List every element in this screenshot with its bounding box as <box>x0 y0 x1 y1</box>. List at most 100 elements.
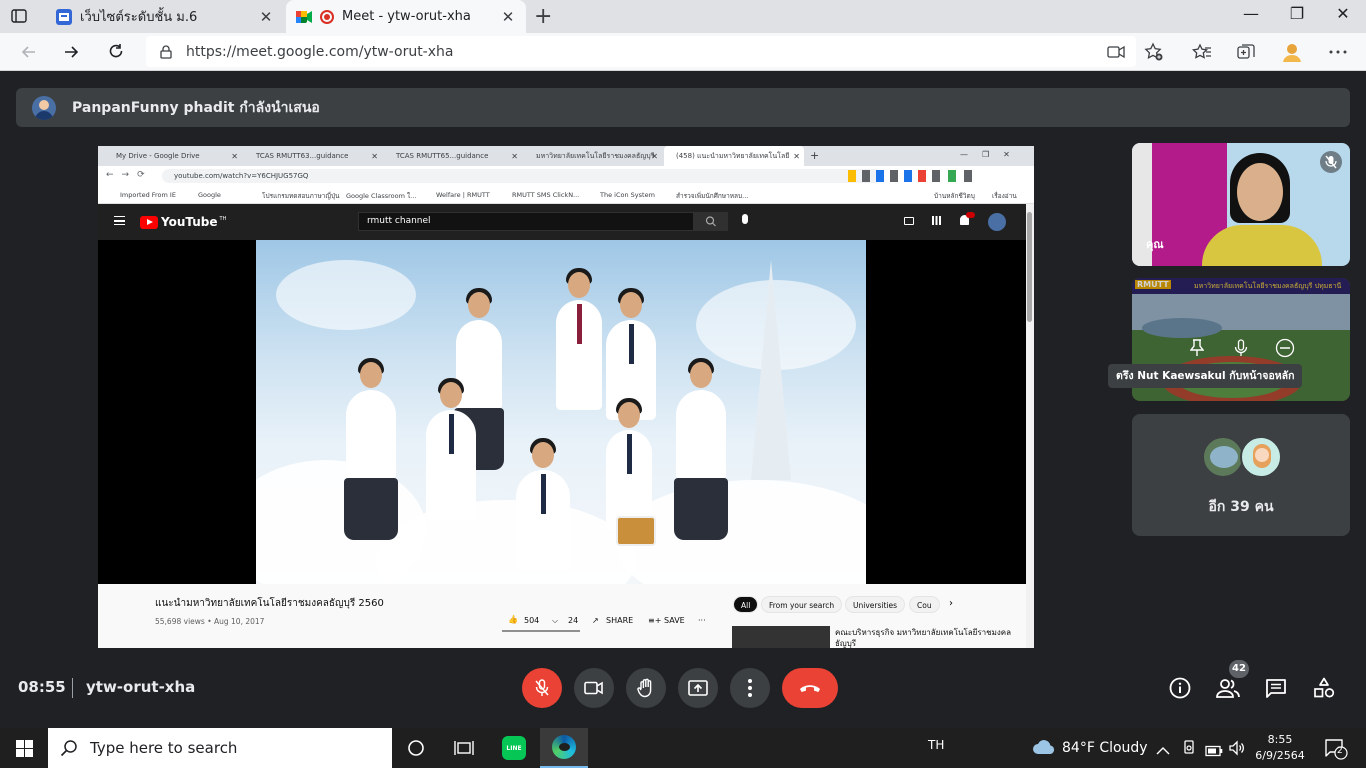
tab-meet[interactable]: Meet - ytw-orut-xha ✕ <box>286 0 526 33</box>
participant-name: คุณ <box>1146 238 1164 251</box>
remove-icon[interactable] <box>1267 330 1303 366</box>
bookmark: โปรแกรมทดสอบภาษาญี่ปุ่น <box>262 192 340 200</box>
taskbar-search[interactable]: Type here to search <box>48 728 392 768</box>
shared-tab: My Drive - Google Drive ✕ <box>116 151 238 161</box>
shared-nav-icons: ←→⟳ <box>106 170 153 180</box>
raise-hand-button[interactable] <box>626 668 666 708</box>
shared-new-tab-icon: + <box>810 149 820 162</box>
mic-icon <box>742 214 748 224</box>
reload-icon[interactable] <box>103 39 129 65</box>
youtube-logo-text: YouTube <box>161 215 218 229</box>
scrollbar-thumb <box>1027 212 1032 322</box>
tab-actions-icon[interactable] <box>8 6 30 26</box>
presenter-avatar <box>32 95 56 120</box>
pin-tooltip: ตรึง Nut Kaewsakul กับหน้าจอหลัก <box>1108 364 1303 388</box>
people-icon[interactable] <box>1216 676 1240 700</box>
screen: เว็บไซต์ระดับชั้น ม.6 ✕ Meet - ytw-orut-… <box>0 0 1366 768</box>
browser-tab-bar: เว็บไซต์ระดับชั้น ม.6 ✕ Meet - ytw-orut-… <box>0 0 1366 33</box>
share-label: SHARE <box>606 616 634 625</box>
account-avatar <box>988 213 1006 231</box>
notification-center-icon[interactable]: 2 <box>1324 738 1348 760</box>
shared-tab-active: (458) แนะนำมหาวิทยาลัยเทคโนโลยี ✕ <box>664 146 804 166</box>
chip-next-icon: › <box>949 598 953 609</box>
shared-ext-icons <box>848 170 1028 182</box>
add-favorite-icon[interactable] <box>1143 41 1165 63</box>
tray-chevron-icon[interactable] <box>1156 741 1170 760</box>
chip: Cou <box>909 596 940 613</box>
create-icon <box>904 217 914 225</box>
favorites-icon[interactable] <box>1191 41 1213 63</box>
tray-device-icon[interactable] <box>1182 740 1196 760</box>
presenter-banner: PanpanFunny phadit กำลังนำเสนอ <box>16 88 1350 127</box>
weather-text[interactable]: 84°F Cloudy <box>1062 740 1148 756</box>
shared-tab: TCAS RMUTT65...guidance ✕ <box>396 151 518 161</box>
tab-close-icon[interactable]: ✕ <box>500 8 516 26</box>
forward-icon[interactable] <box>58 39 84 65</box>
meet-view: PanpanFunny phadit กำลังนำเสนอ My Drive … <box>0 72 1366 728</box>
edge-app-icon[interactable] <box>540 728 588 768</box>
minimize-icon[interactable]: — <box>1228 4 1274 23</box>
taskbar-clock[interactable]: 8:55 6/9/2564 <box>1250 732 1310 764</box>
volume-icon[interactable] <box>1228 740 1246 760</box>
camera-icon[interactable] <box>1105 41 1127 63</box>
back-icon[interactable] <box>16 39 42 65</box>
present-screen-button[interactable] <box>678 668 718 708</box>
youtube-logo: YouTube TH <box>140 215 226 229</box>
chip: All <box>733 596 759 613</box>
shared-url: youtube.com/watch?v=Y6CHJUG57GQ <box>162 169 882 183</box>
youtube-search-input: rmutt channel <box>358 212 694 231</box>
next-video-title: คณะบริหารธุรกิจ มหาวิทยาลัยเทคโนโลยีราชม… <box>835 628 1011 648</box>
task-view-icon[interactable] <box>440 728 488 768</box>
shared-screen: My Drive - Google Drive ✕ TCAS RMUTT63...… <box>98 146 1034 648</box>
dislike-icon: ⌵ <box>552 616 559 625</box>
shared-tab: TCAS RMUTT63...guidance ✕ <box>256 151 378 161</box>
mic-toggle-button[interactable] <box>522 668 562 708</box>
shared-win-controls: —❐✕ <box>960 150 1024 159</box>
clock-date: 6/9/2564 <box>1255 749 1305 762</box>
window-close-icon[interactable]: ✕ <box>1320 4 1366 23</box>
more-menu-icon[interactable] <box>1327 41 1349 63</box>
video-player <box>98 240 1026 584</box>
battery-icon[interactable] <box>1205 742 1223 761</box>
windows-start-icon[interactable] <box>16 740 33 757</box>
tab-title: Meet - ytw-orut-xha <box>342 9 471 24</box>
camera-toggle-button[interactable] <box>574 668 614 708</box>
collections-icon[interactable] <box>1235 41 1257 63</box>
meet-icon <box>296 9 312 25</box>
youtube-search-button <box>694 212 728 231</box>
tab-classroom[interactable]: เว็บไซต์ระดับชั้น ม.6 ✕ <box>46 0 284 33</box>
maximize-icon[interactable]: ❐ <box>1274 4 1320 23</box>
divider <box>72 678 73 698</box>
new-tab-icon[interactable]: + <box>534 4 552 29</box>
cortana-icon[interactable] <box>392 728 440 768</box>
notification-count: 2 <box>1337 746 1343 756</box>
youtube-play-icon <box>140 215 158 229</box>
pin-icon[interactable] <box>1179 330 1215 366</box>
leave-call-button[interactable] <box>782 668 838 708</box>
profile-icon[interactable] <box>1281 41 1303 63</box>
activities-icon[interactable] <box>1312 676 1336 700</box>
line-icon-label: LINE <box>502 736 526 760</box>
input-language[interactable]: TH <box>928 738 944 752</box>
more-options-button[interactable] <box>730 668 770 708</box>
shared-tab-title: มหาวิทยาลัยเทคโนโลยีราชมงคลธัญบุรี <box>536 151 655 160</box>
meeting-code: ytw-orut-xha <box>86 678 196 696</box>
share-icon: ↗ <box>592 616 599 625</box>
dislike-count: 24 <box>568 616 579 625</box>
more-participants-tile[interactable]: อีก 39 คน <box>1132 414 1350 536</box>
apps-icon <box>932 216 941 225</box>
shared-tab-title: My Drive - Google Drive <box>116 152 200 160</box>
tab-close-icon[interactable]: ✕ <box>258 8 274 26</box>
more-icon: ··· <box>698 616 706 625</box>
chat-icon[interactable] <box>1264 676 1288 700</box>
meeting-details-icon[interactable] <box>1168 676 1192 700</box>
shared-tab: มหาวิทยาลัยเทคโนโลยีราชมงคลธัญบุรี ✕ <box>536 151 658 161</box>
participant-avatar <box>1202 436 1244 478</box>
address-bar[interactable]: https://meet.google.com/ytw-orut-xha <box>146 36 1136 67</box>
participant-tile-self[interactable]: คุณ <box>1132 143 1350 266</box>
like-icon: 👍 <box>508 615 518 624</box>
participant-avatar <box>1240 436 1282 478</box>
chip: Universities <box>845 596 906 613</box>
line-app-icon[interactable]: LINE <box>490 728 538 768</box>
mic-icon[interactable] <box>1223 330 1259 366</box>
